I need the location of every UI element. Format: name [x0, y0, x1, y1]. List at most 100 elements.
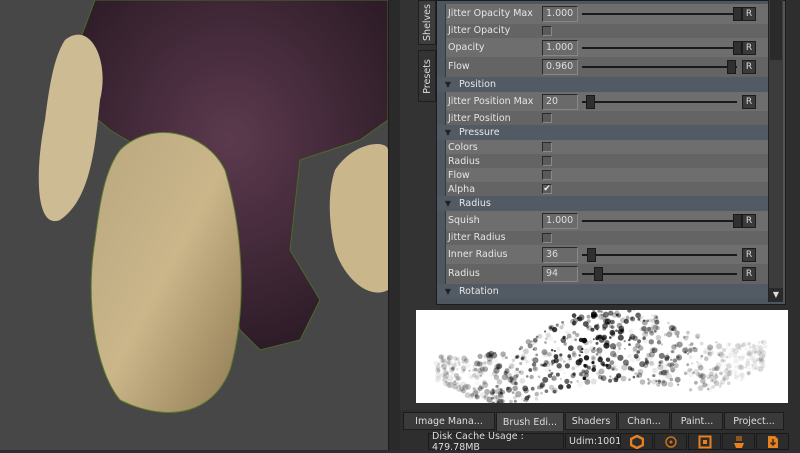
flow-reset-button[interactable]: R: [742, 60, 756, 74]
tab-image-mana[interactable]: Image Mana...: [403, 412, 495, 430]
checkmark-icon: ✔: [543, 184, 551, 194]
square-dot-icon: [698, 435, 712, 449]
property-label: Alpha: [448, 184, 543, 195]
brush-properties-list: Jitter Opacity Max1.000 RJitter OpacityO…: [445, 4, 769, 299]
section-title: Rotation: [459, 286, 499, 297]
slider-thumb[interactable]: [733, 41, 742, 55]
flow-value-field[interactable]: 0.960: [542, 59, 578, 75]
brush-editor-panel: Jitter Opacity Max1.000 RJitter OpacityO…: [436, 0, 786, 305]
property-row-jitter-position-max: Jitter Position Max20 R: [445, 92, 769, 112]
collapse-triangle-icon[interactable]: ▼: [437, 199, 459, 208]
jitter-opacity-max-reset-button[interactable]: R: [742, 7, 756, 21]
status-bar: Disk Cache Usage : 479.78MB Udim:1001: [428, 433, 800, 450]
scroll-down-arrow-icon[interactable]: ▼: [769, 288, 783, 302]
section-header-radius[interactable]: ▼Radius: [437, 196, 769, 211]
target-button[interactable]: [654, 433, 687, 450]
hexagon-icon: [630, 435, 644, 449]
alpha-checkbox[interactable]: ✔: [542, 184, 552, 194]
slider-thumb[interactable]: [594, 267, 603, 281]
property-label: Jitter Radius: [448, 232, 543, 243]
target-icon: [664, 435, 678, 449]
jitter-radius-checkbox[interactable]: [542, 233, 552, 243]
download-file-button[interactable]: [756, 433, 789, 450]
property-label: Jitter Opacity Max: [448, 8, 543, 19]
property-label: Jitter Position Max: [448, 96, 543, 107]
opacity-reset-button[interactable]: R: [742, 41, 756, 55]
slider-thumb[interactable]: [733, 7, 742, 21]
scrollbar-thumb[interactable]: [770, 0, 782, 60]
property-row-alpha: Alpha✔: [445, 182, 769, 196]
inner-radius-value-field[interactable]: 36: [542, 247, 578, 263]
square-dot-button[interactable]: [688, 433, 721, 450]
property-row-jitter-opacity: Jitter Opacity: [445, 24, 769, 38]
steaming-cup-button[interactable]: [722, 433, 755, 450]
bottom-tabs: Image Mana...Brush Edi...ShadersChan...P…: [403, 412, 800, 431]
tab-brush-edi[interactable]: Brush Edi...: [496, 412, 564, 431]
property-row-flow: Flow: [445, 168, 769, 182]
property-label: Jitter Position: [448, 113, 543, 124]
tab-shelves[interactable]: Shelves: [418, 0, 436, 45]
jitter-position-max-value-field[interactable]: 20: [542, 94, 578, 110]
property-label: Opacity: [448, 42, 543, 53]
property-row-jitter-opacity-max: Jitter Opacity Max1.000 R: [445, 4, 769, 24]
collapse-triangle-icon[interactable]: ▼: [437, 128, 459, 137]
property-label: Inner Radius: [448, 249, 543, 260]
tab-chan[interactable]: Chan...: [618, 412, 670, 430]
property-label: Radius: [448, 268, 543, 279]
squish-reset-button[interactable]: R: [742, 214, 756, 228]
radius-checkbox[interactable]: [542, 156, 552, 166]
jitter-position-checkbox[interactable]: [542, 113, 552, 123]
udim-indicator: Udim:1001: [565, 433, 619, 450]
slider-thumb[interactable]: [587, 248, 596, 262]
property-row-inner-radius: Inner Radius36 R: [445, 245, 769, 265]
radius-reset-button[interactable]: R: [742, 267, 756, 281]
colors-checkbox[interactable]: [542, 142, 552, 152]
hexagon-button[interactable]: [620, 433, 653, 450]
section-title: Radius: [459, 198, 491, 209]
property-row-flow: Flow0.960 R: [445, 57, 769, 77]
radius-value-field[interactable]: 94: [542, 266, 578, 282]
flow-checkbox[interactable]: [542, 170, 552, 180]
radius-slider[interactable]: [582, 273, 737, 275]
section-header-position[interactable]: ▼Position: [437, 77, 769, 92]
property-row-radius: Radius94 R: [445, 264, 769, 284]
tab-label: Presets: [422, 59, 433, 94]
property-label: Flow: [448, 170, 543, 181]
tab-project[interactable]: Project...: [724, 412, 784, 430]
jitter-opacity-checkbox[interactable]: [542, 26, 552, 36]
jitter-position-max-slider[interactable]: [582, 101, 737, 103]
panel-divider[interactable]: [388, 0, 400, 450]
jitter-opacity-max-value-field[interactable]: 1.000: [542, 6, 578, 22]
section-title: Pressure: [459, 127, 500, 138]
inner-radius-reset-button[interactable]: R: [742, 248, 756, 262]
collapse-triangle-icon[interactable]: ▼: [437, 287, 459, 296]
panel-scrollbar[interactable]: ▼: [768, 0, 783, 302]
opacity-value-field[interactable]: 1.000: [542, 40, 578, 56]
3d-viewport[interactable]: [0, 0, 388, 450]
jitter-opacity-max-slider[interactable]: [582, 13, 737, 15]
section-header-pressure[interactable]: ▼Pressure: [437, 125, 769, 140]
inner-radius-slider[interactable]: [582, 254, 737, 256]
jitter-position-max-reset-button[interactable]: R: [742, 95, 756, 109]
tab-label: Shelves: [422, 4, 433, 41]
section-header-rotation[interactable]: ▼Rotation: [437, 284, 769, 299]
disk-cache-usage: Disk Cache Usage : 479.78MB: [428, 433, 564, 450]
collapse-triangle-icon[interactable]: ▼: [437, 80, 459, 89]
flow-slider[interactable]: [582, 66, 737, 68]
squish-slider[interactable]: [582, 220, 737, 222]
property-label: Colors: [448, 142, 543, 153]
property-label: Flow: [448, 61, 543, 72]
property-row-squish: Squish1.000 R: [445, 211, 769, 231]
slider-thumb[interactable]: [586, 95, 595, 109]
tab-paint[interactable]: Paint...: [671, 412, 723, 430]
model-render: [0, 0, 388, 450]
squish-value-field[interactable]: 1.000: [542, 213, 578, 229]
steaming-cup-icon: [732, 435, 746, 449]
tab-shaders[interactable]: Shaders: [565, 412, 617, 430]
tab-presets[interactable]: Presets: [418, 50, 436, 102]
property-label: Radius: [448, 156, 543, 167]
opacity-slider[interactable]: [582, 47, 737, 49]
slider-thumb[interactable]: [733, 214, 742, 228]
slider-thumb[interactable]: [727, 60, 736, 74]
property-row-colors: Colors: [445, 140, 769, 154]
